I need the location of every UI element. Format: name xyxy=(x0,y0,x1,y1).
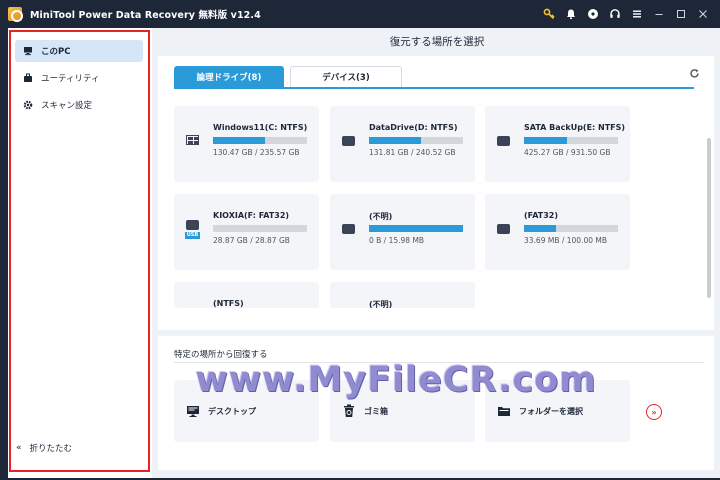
minimize-icon[interactable] xyxy=(648,3,670,25)
tab-underline xyxy=(174,87,694,89)
tab-devices[interactable]: デバイス(3) xyxy=(290,66,402,88)
bell-icon[interactable] xyxy=(560,3,582,25)
usage-bar xyxy=(524,225,618,232)
usage-fill xyxy=(213,137,266,144)
title-bar: MiniTool Power Data Recovery 無料版 v12.4 xyxy=(0,0,720,28)
drive-card-c[interactable]: Windows11(C: NTFS) 130.47 GB / 235.57 GB xyxy=(174,106,319,182)
folder-icon xyxy=(497,404,511,418)
app-logo xyxy=(8,7,23,22)
maximize-icon[interactable] xyxy=(670,3,692,25)
collapse-label: 折りたたむ xyxy=(29,444,73,454)
scrollbar[interactable] xyxy=(707,138,711,298)
recycle-bin-icon xyxy=(342,404,356,418)
key-icon[interactable] xyxy=(538,3,560,25)
drive-card-unknown[interactable]: (不明) 0 B / 15.98 MB xyxy=(330,194,475,270)
double-chevron-left-icon: « xyxy=(16,443,22,453)
location-label: フォルダーを選択 xyxy=(519,406,583,416)
location-label: ゴミ箱 xyxy=(364,406,388,416)
refresh-icon[interactable] xyxy=(689,68,700,82)
tab-logical-drives[interactable]: 論理ドライブ(8) xyxy=(174,66,284,88)
sidebar-item-label: スキャン設定 xyxy=(41,101,93,111)
sidebar-item-utilities[interactable]: ユーティリティ xyxy=(15,67,143,89)
drive-card-f[interactable]: USB KIOXIA(F: FAT32) 28.87 GB / 28.87 GB xyxy=(174,194,319,270)
sidebar-item-label: このPC xyxy=(41,47,71,57)
usage-fill xyxy=(369,137,421,144)
usb-drive-icon: USB xyxy=(185,220,200,240)
sidebar: このPC ユーティリティ スキャン設定 « 折りたたむ xyxy=(8,28,152,478)
drive-name: DataDrive(D: NTFS) xyxy=(369,123,458,132)
usage-bar xyxy=(369,225,463,232)
watermark: www.MyFileCR.com xyxy=(195,360,597,400)
drive-name: (不明) xyxy=(369,212,393,221)
main-panel: 復元する場所を選択 論理ドライブ(8) デバイス(3) Windows11(C:… xyxy=(154,28,720,478)
usage-bar xyxy=(524,137,618,144)
drives-panel: 論理ドライブ(8) デバイス(3) Windows11(C: NTFS) 130… xyxy=(158,56,714,330)
drive-name: KIOXIA(F: FAT32) xyxy=(213,211,290,220)
close-icon[interactable] xyxy=(692,3,714,25)
drive-name: (FAT32) xyxy=(524,211,559,220)
drive-name: (NTFS) xyxy=(213,299,244,308)
sidebar-item-label: ユーティリティ xyxy=(41,74,100,84)
drive-card-fat32[interactable]: (FAT32) 33.69 MB / 100.00 MB xyxy=(485,194,630,270)
drive-card-e[interactable]: SATA BackUp(E: NTFS) 425.27 GB / 931.50 … xyxy=(485,106,630,182)
app-frame: このPC ユーティリティ スキャン設定 « 折りたたむ 復元する場所を選択 論理… xyxy=(8,28,720,478)
hard-drive-icon xyxy=(342,224,355,234)
hard-drive-icon xyxy=(497,136,510,146)
sidebar-item-this-pc[interactable]: このPC xyxy=(15,40,143,62)
usage-bar xyxy=(213,137,307,144)
usage-fill xyxy=(524,137,567,144)
desktop-icon xyxy=(186,404,200,418)
drive-size: 33.69 MB / 100.00 MB xyxy=(524,236,608,245)
section-title: 特定の場所から回復する xyxy=(174,350,268,360)
app-title: MiniTool Power Data Recovery 無料版 v12.4 xyxy=(30,10,261,21)
usage-bar xyxy=(369,137,463,144)
hard-drive-icon xyxy=(497,224,510,234)
drive-card-d[interactable]: DataDrive(D: NTFS) 131.81 GB / 240.52 GB xyxy=(330,106,475,182)
drive-size: 28.87 GB / 28.87 GB xyxy=(213,236,290,245)
computer-icon xyxy=(23,46,33,56)
usage-fill xyxy=(524,225,556,232)
drive-name: Windows11(C: NTFS) xyxy=(213,123,308,132)
specific-location-panel: 特定の場所から回復する デスクトップ ゴミ箱 フォルダーを選択 » xyxy=(158,336,714,470)
windows-drive-icon xyxy=(186,135,199,145)
drive-size: 425.27 GB / 931.50 GB xyxy=(524,148,611,157)
location-label: デスクトップ xyxy=(208,406,256,416)
drive-name: (不明) xyxy=(369,300,393,308)
more-locations-button[interactable]: » xyxy=(646,404,662,420)
drive-size: 130.47 GB / 235.57 GB xyxy=(213,148,300,157)
page-title: 復元する場所を選択 xyxy=(389,36,485,48)
double-chevron-right-icon: » xyxy=(651,407,657,417)
drive-name: SATA BackUp(E: NTFS) xyxy=(524,123,626,132)
toolbox-icon xyxy=(23,73,33,83)
hard-drive-icon xyxy=(342,136,355,146)
drive-card-ntfs[interactable]: (NTFS) xyxy=(174,282,319,308)
gear-icon xyxy=(23,100,33,110)
menu-icon[interactable] xyxy=(626,3,648,25)
usage-bar xyxy=(213,225,307,232)
title-bar-icons xyxy=(538,0,714,28)
headset-icon[interactable] xyxy=(604,3,626,25)
drive-size: 131.81 GB / 240.52 GB xyxy=(369,148,456,157)
usage-fill xyxy=(369,225,463,232)
drive-size: 0 B / 15.98 MB xyxy=(369,236,425,245)
collapse-button[interactable]: « 折りたたむ xyxy=(16,442,72,454)
disc-icon[interactable] xyxy=(582,3,604,25)
sidebar-item-scan-settings[interactable]: スキャン設定 xyxy=(15,94,143,116)
drive-card-unknown-2[interactable]: (不明) xyxy=(330,282,475,308)
